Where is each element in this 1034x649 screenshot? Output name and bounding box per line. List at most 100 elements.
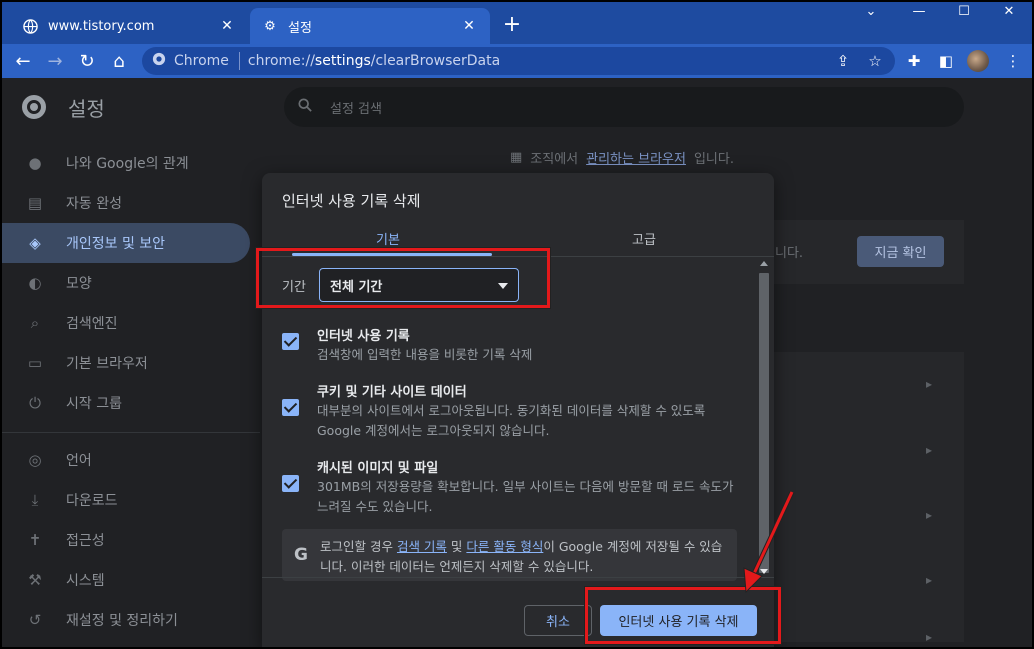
period-select[interactable]: 전체 기간: [319, 268, 519, 302]
palette-icon: ◐: [28, 274, 42, 292]
option-desc: 대부분의 사이트에서 로그아웃됩니다. 동기화된 데이터를 삭제할 수 있도록 …: [317, 403, 706, 438]
search-icon: ⌕: [30, 314, 40, 332]
managed-link[interactable]: 관리하는 브라우저: [586, 148, 686, 167]
scrollbar[interactable]: [757, 259, 771, 579]
sidebar-item-autofill[interactable]: ▤ 자동 완성: [0, 183, 250, 223]
tab-settings[interactable]: ⚙ 설정 ✕: [250, 8, 490, 44]
download-icon: ⤓: [31, 491, 39, 509]
side-panel-icon[interactable]: ◧: [933, 47, 959, 75]
sidebar-item-system[interactable]: ⚒ 시스템: [0, 560, 250, 600]
tab-search-chevron-icon[interactable]: ⌄: [856, 4, 886, 19]
option-title: 쿠키 및 기타 사이트 데이터: [317, 385, 467, 400]
sidebar-item-languages[interactable]: ◎ 언어: [0, 440, 250, 480]
url-host: settings: [314, 53, 371, 69]
title-bar: www.tistory.com ✕ ⚙ 설정 ✕ + ⌄ — ☐ ✕: [0, 0, 1034, 44]
tab-tistory[interactable]: www.tistory.com ✕: [10, 8, 248, 44]
tab-basic[interactable]: 기본: [376, 229, 400, 248]
chevron-right-icon[interactable]: ▸: [926, 377, 932, 391]
option-desc: 301MB의 저장용량을 확보합니다. 일부 사이트는 다음에 방문할 때 로드…: [317, 479, 734, 514]
sidebar-item-label: 자동 완성: [66, 196, 122, 212]
dropdown-caret-icon: [498, 283, 508, 289]
sidebar-item-you-and-google[interactable]: ● 나와 Google의 관계: [0, 143, 250, 183]
search-history-link[interactable]: 검색 기록: [397, 539, 447, 554]
checkbox-cache[interactable]: [282, 475, 299, 492]
building-icon: ▦: [510, 150, 523, 165]
globe-icon: [22, 18, 38, 34]
privacy-card: [760, 352, 964, 642]
sidebar-divider: [0, 432, 260, 433]
scrollbar-thumb[interactable]: [759, 273, 769, 573]
checkbox-cookies[interactable]: [282, 399, 299, 416]
share-icon[interactable]: ⇪: [830, 47, 856, 75]
close-icon[interactable]: ✕: [218, 18, 236, 34]
checkbox-browsing-history[interactable]: [282, 333, 299, 350]
history-icon: ↺: [28, 611, 42, 629]
star-icon[interactable]: ☆: [862, 47, 888, 75]
sidebar-item-accessibility[interactable]: ✝ 접근성: [0, 520, 250, 560]
back-arrow-icon[interactable]: ←: [10, 48, 36, 74]
check-now-button[interactable]: 지금 확인: [857, 236, 944, 267]
tab-advanced[interactable]: 고급: [632, 229, 656, 248]
chevron-right-icon[interactable]: ▸: [926, 508, 932, 522]
minimize-button[interactable]: —: [904, 4, 934, 19]
search-placeholder: 설정 검색: [330, 101, 382, 117]
new-tab-button[interactable]: +: [500, 12, 524, 37]
scroll-up-icon[interactable]: [760, 261, 768, 266]
site-chip[interactable]: Chrome: [152, 52, 240, 70]
sidebar-item-reset[interactable]: ↺ 재설정 및 정리하기: [0, 600, 250, 640]
url-scheme: chrome://: [247, 53, 315, 69]
sidebar-item-default-browser[interactable]: ▭ 기본 브라우저: [0, 343, 250, 383]
sidebar-item-on-startup[interactable]: ⏻ 시작 그룹: [0, 383, 250, 423]
chevron-right-icon[interactable]: ▸: [926, 573, 932, 587]
period-label: 기간: [282, 280, 306, 295]
info-text: 로그인할 경우 검색 기록 및 다른 활동 형식이 Google 계정에 저장될…: [320, 537, 730, 577]
extensions-icon[interactable]: ✚: [901, 47, 927, 75]
wrench-icon: ⚒: [28, 571, 42, 589]
chrome-logo-icon: [22, 95, 46, 119]
toolbar: ← → ↻ ⌂ Chrome chrome://settings/clearBr…: [0, 44, 1034, 78]
clear-data-button[interactable]: 인터넷 사용 기록 삭제: [600, 605, 757, 636]
close-icon[interactable]: ✕: [460, 18, 478, 34]
sidebar-item-appearance[interactable]: ◐ 모양: [0, 263, 250, 303]
footer-divider: [262, 577, 774, 578]
maximize-button[interactable]: ☐: [949, 4, 979, 19]
info-text-part: 로그인할 경우: [320, 539, 397, 554]
close-window-button[interactable]: ✕: [994, 4, 1024, 19]
tab-title: www.tistory.com: [48, 18, 155, 34]
sidebar-item-label: 모양: [66, 276, 92, 292]
site-chip-label: Chrome: [174, 53, 229, 69]
search-icon: [298, 98, 312, 116]
cancel-button[interactable]: 취소: [524, 605, 592, 636]
gear-icon: ⚙: [264, 18, 276, 34]
period-value: 전체 기간: [330, 279, 383, 295]
reload-icon[interactable]: ↻: [74, 48, 100, 74]
scroll-down-icon[interactable]: [760, 569, 768, 574]
google-icon: G: [294, 545, 308, 565]
safety-check-text: 니다.: [775, 246, 804, 261]
clipboard-icon: ▤: [27, 194, 43, 212]
avatar[interactable]: [967, 50, 989, 72]
sidebar-item-downloads[interactable]: ⤓ 다운로드: [0, 480, 250, 520]
chrome-icon: [152, 52, 166, 70]
sidebar-item-label: 접근성: [66, 533, 105, 549]
chevron-right-icon[interactable]: ▸: [926, 630, 932, 644]
tab-divider: [262, 256, 774, 257]
url-path: /clearBrowserData: [370, 53, 501, 69]
sidebar-item-label: 기본 브라우저: [66, 356, 148, 372]
sidebar-item-label: 시스템: [66, 573, 105, 589]
other-activity-link[interactable]: 다른 활동 형식: [466, 539, 543, 554]
sidebar-item-search-engine[interactable]: ⌕ 검색엔진: [0, 303, 250, 343]
forward-arrow-icon[interactable]: →: [42, 48, 68, 74]
clear-browsing-data-dialog: 인터넷 사용 기록 삭제 기본 고급 기간 전체 기간 인터넷 사용 기록 검색…: [262, 173, 774, 649]
info-text-part: 및: [446, 539, 467, 554]
shield-icon: ◈: [29, 234, 41, 252]
sidebar-item-privacy-security[interactable]: ◈ 개인정보 및 보안: [0, 223, 250, 263]
home-icon[interactable]: ⌂: [106, 48, 132, 74]
search-input[interactable]: 설정 검색: [284, 87, 964, 127]
managed-prefix: 조직에서: [530, 152, 579, 167]
accessibility-icon: ✝: [28, 531, 42, 549]
power-icon: ⏻: [29, 394, 41, 412]
chevron-right-icon[interactable]: ▸: [926, 443, 932, 457]
address-bar[interactable]: Chrome chrome://settings/clearBrowserDat…: [142, 47, 895, 75]
menu-icon[interactable]: ⋮: [1000, 47, 1026, 75]
